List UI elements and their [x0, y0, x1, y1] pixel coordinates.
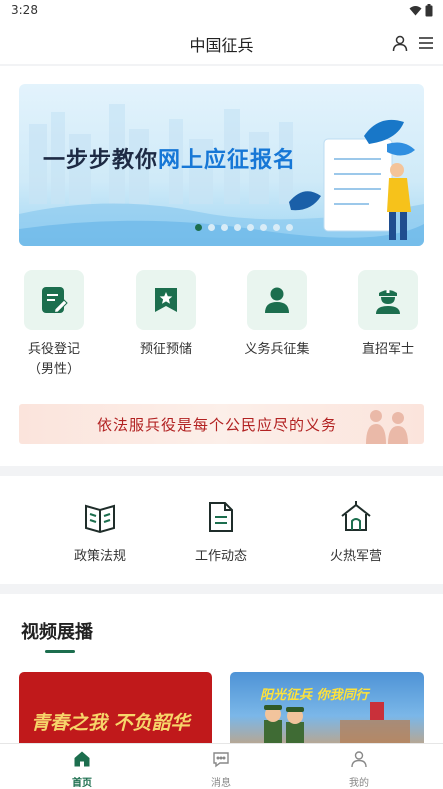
carousel-dot[interactable]	[221, 224, 228, 231]
carousel-dot[interactable]	[286, 224, 293, 231]
page-title: 中国征兵	[189, 36, 254, 55]
quick-link-label: 兵役登记	[27, 342, 80, 357]
nav-work-news[interactable]: 工作动态	[161, 500, 281, 564]
quick-link-registration[interactable]: 兵役登记 （男性）	[0, 270, 109, 380]
document-icon	[209, 502, 233, 532]
nav-policy[interactable]: 政策法规	[40, 500, 160, 564]
carousel-dot[interactable]	[234, 224, 241, 231]
quick-link-sublabel: （男性）	[27, 362, 80, 377]
officer-cap-icon	[376, 290, 400, 314]
carousel-dot-active[interactable]	[195, 224, 202, 231]
tab-profile[interactable]: 我的	[319, 750, 399, 789]
quick-link-direct-recruit[interactable]: 直招军士	[333, 270, 443, 360]
quick-link-icon-bg	[136, 270, 196, 330]
home-top-card: 一步步教你网上应征报名 兵役登记 （男性） 预征预储 义务兵征集 直招军士 依法…	[0, 66, 443, 466]
banner-title-part1: 一步步教你	[43, 148, 159, 173]
home-icon	[74, 751, 90, 767]
tab-label: 我的	[349, 778, 369, 789]
status-icons	[409, 4, 433, 17]
video-caption: 青春之我 不负韶华	[31, 712, 190, 734]
nav-card: 政策法规 工作动态 火热军营	[0, 476, 443, 584]
user-button[interactable]	[390, 33, 410, 53]
banner-title: 一步步教你网上应征报名	[43, 142, 296, 174]
video-card[interactable]: 阳光征兵 你我同行	[230, 672, 424, 744]
carousel-dot[interactable]	[247, 224, 254, 231]
wifi-icon	[409, 6, 422, 16]
app-header: 中国征兵	[0, 22, 443, 64]
book-icon	[85, 504, 115, 534]
bookmark-star-icon	[155, 288, 177, 312]
user-icon	[392, 35, 408, 52]
profile-icon	[351, 751, 367, 768]
quick-link-label: 预征预储	[139, 342, 192, 357]
quick-link-icon-bg	[24, 270, 84, 330]
quick-link-conscription[interactable]: 义务兵征集	[222, 270, 332, 360]
carousel-indicator	[195, 224, 293, 231]
carousel-dot[interactable]	[273, 224, 280, 231]
banner-carousel[interactable]: 一步步教你网上应征报名	[19, 84, 424, 246]
registration-edit-icon	[42, 287, 68, 314]
tab-home[interactable]: 首页	[42, 750, 122, 789]
menu-button[interactable]	[416, 33, 436, 53]
nav-label: 火热军营	[329, 549, 382, 564]
carousel-dot[interactable]	[208, 224, 215, 231]
nav-label: 政策法规	[73, 549, 126, 564]
quick-link-label: 直招军士	[361, 342, 414, 357]
bottom-tab-bar: 首页 消息 我的	[0, 743, 443, 789]
quick-link-pre-enlist[interactable]: 预征预储	[111, 270, 221, 360]
nav-label: 工作动态	[194, 549, 247, 564]
soldier-silhouette-decoration	[366, 410, 408, 444]
cartoon-soldiers-illustration	[264, 702, 410, 744]
video-card[interactable]: 青春之我 不负韶华	[19, 672, 212, 744]
tab-messages[interactable]: 消息	[181, 750, 261, 789]
section-title-underline	[45, 650, 75, 653]
status-bar: 3:28	[0, 0, 443, 22]
soldier-person-icon	[265, 287, 289, 313]
battery-icon	[425, 4, 433, 17]
slogan-text: 依法服兵役是每个公民应尽的义务	[97, 416, 338, 434]
menu-icon	[419, 37, 433, 49]
video-section: 视频展播 青春之我 不负韶华 阳光征兵 你我同行	[0, 594, 443, 744]
slogan-banner[interactable]: 依法服兵役是每个公民应尽的义务	[19, 404, 424, 444]
tab-label: 消息	[211, 778, 231, 789]
tab-label: 首页	[72, 778, 92, 789]
banner-title-highlight: 网上应征报名	[158, 148, 297, 173]
section-title: 视频展播	[21, 622, 93, 643]
nav-barracks[interactable]: 火热军营	[296, 500, 416, 564]
status-time: 3:28	[11, 3, 38, 17]
quick-link-label: 义务兵征集	[244, 342, 310, 357]
quick-link-icon-bg	[247, 270, 307, 330]
carousel-dot[interactable]	[260, 224, 267, 231]
quick-link-icon-bg	[358, 270, 418, 330]
message-icon	[213, 752, 229, 768]
barracks-house-icon	[341, 501, 371, 531]
